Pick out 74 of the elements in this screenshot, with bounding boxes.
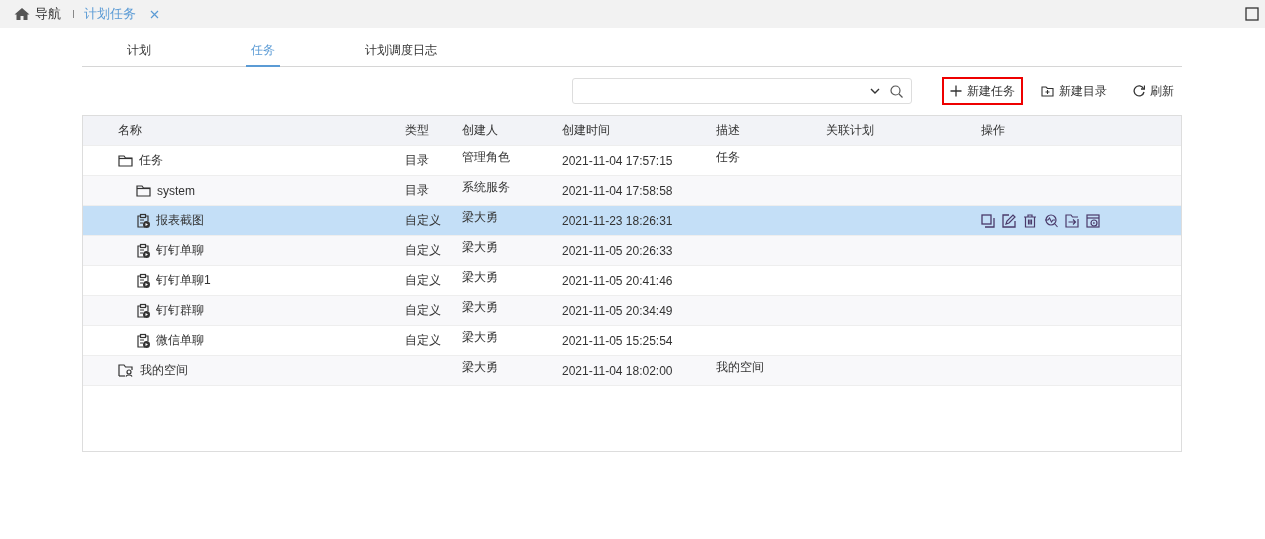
table-cell-text: 自定义 [405, 272, 442, 289]
table-cell-text: 2021-11-04 17:58:58 [562, 183, 674, 198]
plus-icon [950, 85, 962, 97]
folder-icon [136, 184, 151, 197]
table-cell-text: 管理角色 [462, 149, 511, 166]
new-task-button[interactable]: 新建任务 [942, 77, 1023, 105]
table-row[interactable]: 钉钉单聊 自定义 梁大勇 2021-11-05 20:26:33 [83, 236, 1181, 266]
task-icon [136, 212, 150, 229]
new-folder-button[interactable]: 新建目录 [1033, 77, 1115, 105]
row-name: 钉钉单聊1 [156, 272, 211, 289]
row-name: 钉钉群聊 [156, 302, 204, 319]
column-header: 类型 [405, 122, 430, 139]
table-cell-text: 自定义 [405, 332, 442, 349]
column-header: 名称 [117, 122, 143, 139]
user-folder-icon [118, 364, 134, 377]
table-cell-text: 2021-11-05 20:26:33 [562, 243, 674, 258]
column-header: 创建人 [462, 122, 499, 139]
row-name: 钉钉单聊 [156, 242, 204, 259]
refresh-icon [1133, 85, 1145, 97]
table-cell-text: 我的空间 [716, 359, 765, 376]
table-cell-text: 2021-11-05 20:34:49 [562, 303, 674, 318]
row-name: 报表截图 [156, 212, 204, 229]
table-cell-text: 目录 [405, 152, 430, 169]
table-row[interactable]: 报表截图 自定义 梁大勇 2021-11-23 18:26:31 [83, 206, 1181, 236]
schedule-icon[interactable] [1086, 213, 1100, 228]
table-cell-text: 梁大勇 [462, 209, 499, 226]
table-cell-text: 梁大勇 [462, 299, 499, 316]
table-cell-text: 自定义 [405, 242, 442, 259]
table-cell-text: 梁大勇 [462, 359, 499, 376]
home-icon [14, 7, 30, 21]
tab[interactable]: 计划 [122, 42, 156, 67]
task-icon [136, 272, 150, 289]
refresh-button[interactable]: 刷新 [1125, 77, 1182, 105]
home-link[interactable]: 导航 [14, 5, 61, 23]
chevron-down-icon[interactable] [870, 87, 880, 95]
copy-icon[interactable] [981, 213, 995, 228]
search-field[interactable] [572, 78, 912, 104]
table-cell-text: 梁大勇 [462, 239, 499, 256]
table-cell-text: 自定义 [405, 212, 442, 229]
maximize-icon[interactable] [1245, 7, 1259, 21]
task-icon [136, 302, 150, 319]
row-name: 任务 [139, 152, 163, 169]
row-name: 微信单聊 [156, 332, 204, 349]
table-cell-text: 2021-11-23 18:26:31 [562, 213, 674, 228]
table-cell-text: 系统服务 [462, 179, 511, 196]
table-cell-text: 梁大勇 [462, 329, 499, 346]
row-name: 我的空间 [140, 362, 188, 379]
column-header: 关联计划 [826, 122, 875, 139]
column-header: 操作 [981, 122, 1006, 139]
delete-icon[interactable] [1023, 213, 1037, 228]
close-icon[interactable] [150, 9, 159, 19]
table-cell-text: 自定义 [405, 302, 442, 319]
folder-arrow-icon[interactable] [1065, 213, 1079, 228]
task-icon [136, 242, 150, 259]
column-header: 描述 [716, 122, 741, 139]
magnifier-icon[interactable] [1044, 213, 1058, 228]
search-icon[interactable] [890, 84, 903, 98]
table-cell-text: 任务 [716, 149, 741, 166]
task-icon [136, 332, 150, 349]
table-cell-text: 2021-11-05 15:25:54 [562, 333, 674, 348]
table-cell-text: 梁大勇 [462, 269, 499, 286]
column-header: 创建时间 [562, 122, 611, 139]
tab[interactable]: 计划调度日志 [360, 42, 442, 67]
folder-plus-icon [1041, 85, 1054, 97]
table-cell-text: 2021-11-04 17:57:15 [562, 153, 674, 168]
table-row[interactable]: 钉钉群聊 自定义 梁大勇 2021-11-05 20:34:49 [83, 296, 1181, 326]
folder-icon [118, 154, 133, 167]
table-cell-text: 目录 [405, 182, 430, 199]
table-row[interactable]: 我的空间 梁大勇 2021-11-04 18:02:00 我的空间 [83, 356, 1181, 386]
table-cell-text: 2021-11-04 18:02:00 [562, 363, 674, 378]
table-cell-text: 2021-11-05 20:41:46 [562, 273, 674, 288]
row-name: system [157, 183, 195, 198]
edit-icon[interactable] [1002, 213, 1016, 228]
table-row[interactable]: system 目录 系统服务 2021-11-04 17:58:58 [83, 176, 1181, 206]
